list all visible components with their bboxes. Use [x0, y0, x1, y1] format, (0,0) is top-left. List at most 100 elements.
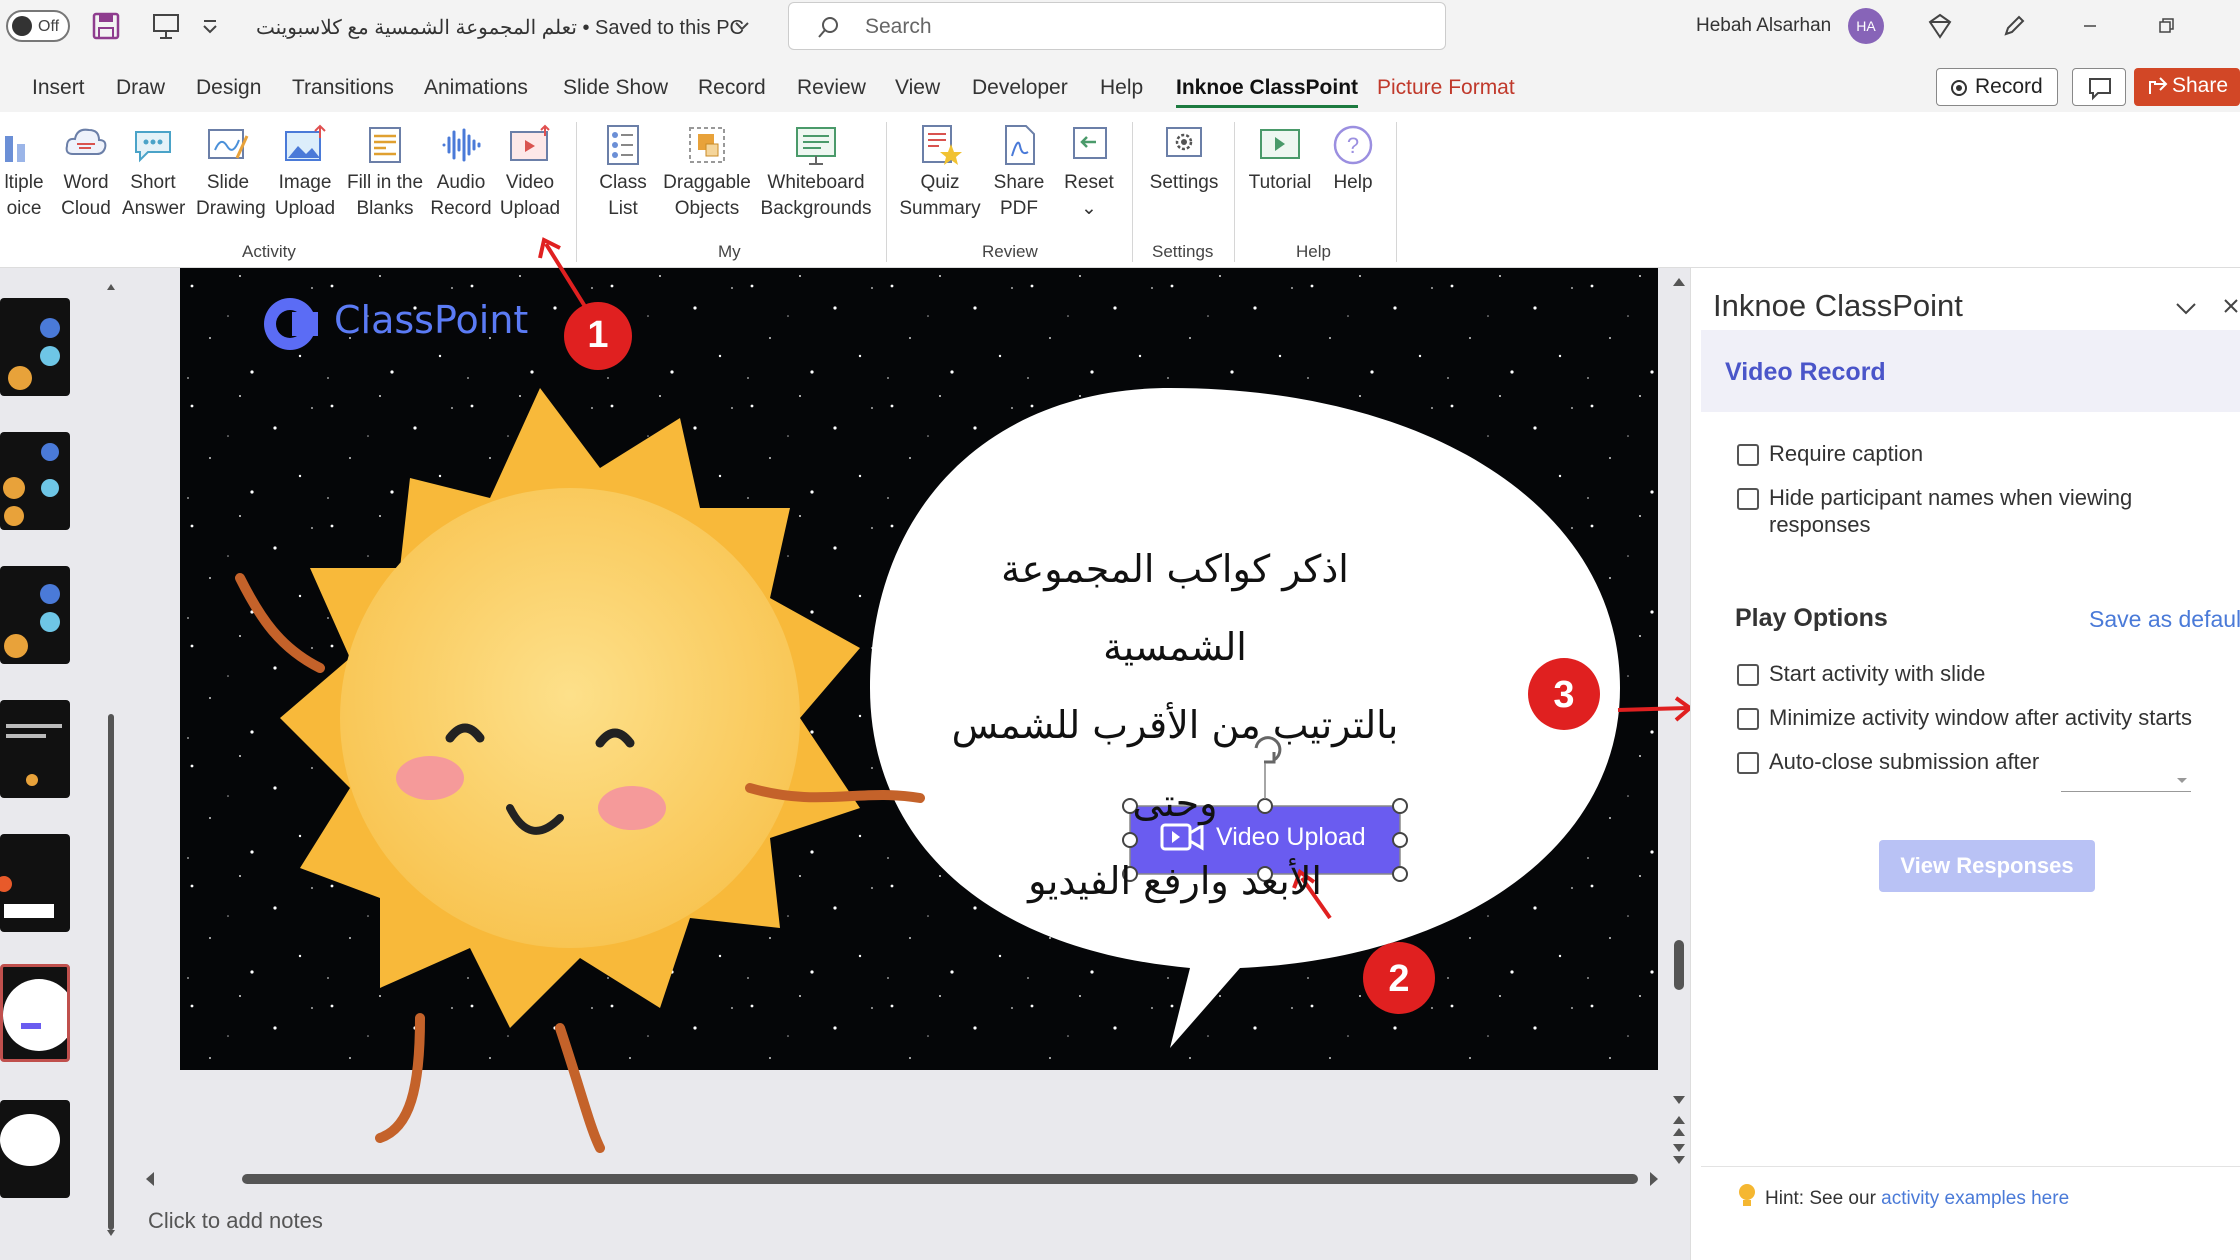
reset-icon — [1073, 127, 1107, 159]
ribbon-label: Help — [1333, 172, 1373, 193]
restore-icon[interactable] — [2152, 12, 2180, 40]
audio-record-button[interactable]: Audio Record — [428, 122, 494, 222]
present-icon[interactable] — [150, 10, 182, 42]
svg-text:?: ? — [1347, 133, 1359, 158]
pen-icon[interactable] — [2000, 12, 2028, 40]
horizontal-scrollbar[interactable] — [142, 1168, 1662, 1190]
ribbon-label: Reset ⌄ — [1064, 172, 1114, 219]
activity-examples-link[interactable]: activity examples here — [1881, 1188, 2069, 1209]
pane-divider — [1701, 1166, 2240, 1167]
slide-thumbnail[interactable] — [0, 1100, 70, 1198]
annotation-marker-2: 2 — [1388, 958, 1410, 1000]
short-answer-button[interactable]: Short Answer — [122, 122, 185, 222]
word-cloud-button[interactable]: Word Cloud — [56, 122, 116, 222]
search-box[interactable]: Search — [788, 2, 1446, 50]
tab-insert[interactable]: Insert — [32, 76, 85, 100]
auto-close-checkbox[interactable] — [1737, 752, 1759, 774]
slide-thumbnail-selected[interactable] — [0, 964, 70, 1062]
chevron-down-icon[interactable] — [732, 10, 752, 42]
ribbon-label: Image Upload — [274, 172, 336, 219]
record-dot-icon — [1951, 80, 1967, 96]
tab-picture-format[interactable]: Picture Format — [1377, 76, 1515, 100]
tab-design[interactable]: Design — [196, 76, 261, 100]
comments-button[interactable] — [2072, 68, 2126, 106]
image-upload-button[interactable]: Image Upload — [270, 122, 340, 222]
draggable-objects-button[interactable]: Draggable Objects — [660, 122, 754, 222]
avatar[interactable]: HA — [1848, 8, 1884, 44]
save-as-default-link[interactable]: Save as default — [2089, 606, 2240, 633]
reset-button[interactable]: Reset ⌄ — [1058, 122, 1120, 222]
slide-drawing-button[interactable]: Slide Drawing — [196, 122, 266, 222]
auto-close-dropdown[interactable] — [2061, 768, 2191, 792]
document-title[interactable]: تعلم المجموعة الشمسية مع كلاسبوينت • Sav… — [256, 15, 744, 40]
tutorial-button[interactable]: Tutorial — [1246, 122, 1314, 196]
question-line: بالترتيب من الأقرب للشمس وحتى — [951, 703, 1399, 825]
ribbon-label: Settings — [1149, 172, 1219, 193]
thumb-preview — [8, 318, 60, 390]
ribbon-label: Video Upload — [499, 172, 561, 219]
share-pdf-button[interactable]: Share PDF — [988, 122, 1050, 222]
hide-names-checkbox[interactable] — [1737, 488, 1759, 510]
slide-thumbnail[interactable] — [0, 432, 70, 530]
thumb-preview — [6, 724, 62, 786]
start-with-slide-checkbox[interactable] — [1737, 664, 1759, 686]
video-upload-button[interactable]: Video Upload — [496, 122, 564, 222]
draggable-objects-icon — [689, 127, 725, 163]
search-icon — [818, 17, 838, 38]
autosave-toggle[interactable]: Off — [6, 10, 70, 42]
tab-review[interactable]: Review — [797, 76, 866, 100]
diamond-icon[interactable] — [1926, 12, 1954, 40]
tab-slide-show[interactable]: Slide Show — [563, 76, 668, 100]
tab-help[interactable]: Help — [1100, 76, 1143, 100]
tab-animations[interactable]: Animations — [424, 76, 528, 100]
chevron-down-icon[interactable] — [2173, 298, 2199, 318]
tab-view[interactable]: View — [895, 76, 940, 100]
thumbnails-scrollbar[interactable] — [104, 280, 118, 1240]
ribbon-label: Slide Drawing — [196, 172, 266, 219]
fill-blanks-button[interactable]: Fill in the Blanks — [338, 122, 432, 222]
whiteboard-backgrounds-button[interactable]: Whiteboard Backgrounds — [758, 122, 874, 222]
share-button[interactable]: Share — [2134, 68, 2240, 106]
slide-scrollbar[interactable] — [1668, 274, 1690, 1164]
ribbon-label: Word Cloud — [61, 172, 111, 219]
slide-thumbnail[interactable] — [0, 298, 70, 396]
slide-thumbnail[interactable] — [0, 700, 70, 798]
fill-blanks-icon — [369, 127, 401, 163]
settings-button[interactable]: Settings — [1142, 122, 1226, 196]
tab-developer[interactable]: Developer — [972, 76, 1068, 100]
minimize-window-checkbox[interactable] — [1737, 708, 1759, 730]
help-button[interactable]: ? Help — [1322, 122, 1384, 196]
slide-thumbnail[interactable] — [0, 834, 70, 932]
record-button[interactable]: Record — [1936, 68, 2058, 106]
require-caption-checkbox[interactable] — [1737, 444, 1759, 466]
minimize-icon[interactable] — [2076, 12, 2104, 40]
share-icon — [2149, 77, 2168, 94]
view-responses-button[interactable]: View Responses — [1879, 840, 2095, 892]
slide-canvas[interactable]: ClassPoint اذكر كواكب المجموعة الشمسية ب… — [180, 268, 1694, 1153]
quiz-summary-button[interactable]: Quiz Summary — [896, 122, 984, 222]
ribbon-tabs: Insert Draw Design Transitions Animation… — [0, 54, 2240, 112]
slide-thumbnail[interactable] — [0, 566, 70, 664]
tab-draw[interactable]: Draw — [116, 76, 165, 100]
close-icon[interactable] — [2221, 296, 2240, 318]
ribbon: ltiple oice Word Cloud Short Answer Slid… — [0, 112, 2240, 268]
tab-record[interactable]: Record — [698, 76, 766, 100]
notes-placeholder[interactable]: Click to add notes — [148, 1208, 323, 1234]
ribbon-label: Whiteboard Backgrounds — [760, 172, 872, 219]
ribbon-label: Fill in the Blanks — [346, 172, 424, 219]
play-options-title: Play Options — [1735, 604, 1888, 632]
group-label-review: Review — [982, 242, 1038, 261]
group-separator — [1234, 122, 1235, 262]
slide-question-text[interactable]: اذكر كواكب المجموعة الشمسية بالترتيب من … — [930, 530, 1420, 920]
customize-qat-icon[interactable] — [200, 10, 220, 42]
multiple-choice-button[interactable]: ltiple oice — [0, 122, 52, 222]
user-name[interactable]: Hebah Alsarhan — [1696, 15, 1831, 37]
autosave-state: Off — [38, 18, 60, 35]
quiz-summary-icon — [922, 125, 962, 165]
save-icon[interactable] — [90, 10, 122, 42]
tab-inknoe-classpoint[interactable]: Inknoe ClassPoint — [1176, 76, 1359, 108]
tab-transitions[interactable]: Transitions — [292, 76, 394, 100]
video-upload-slide-button[interactable]: Video Upload — [1216, 823, 1366, 852]
group-label-my: My — [718, 242, 741, 261]
class-list-button[interactable]: Class List — [592, 122, 654, 222]
